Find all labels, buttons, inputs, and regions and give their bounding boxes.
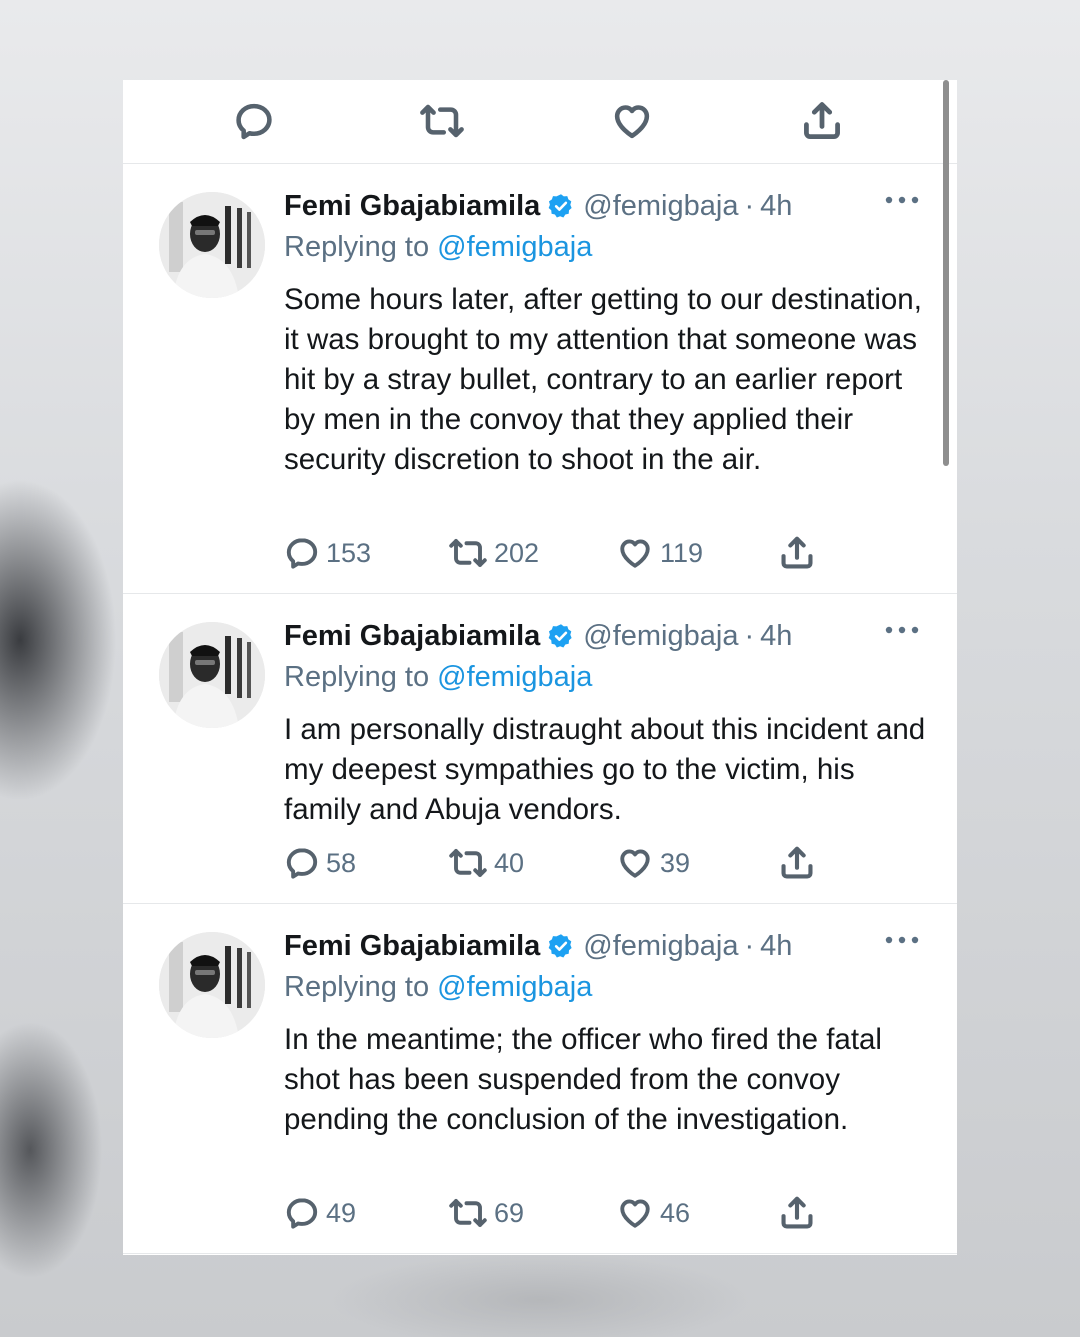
reply-count: 49 (326, 1197, 357, 1228)
like-button[interactable]: 46 (616, 1193, 690, 1233)
share-button[interactable] (778, 533, 816, 573)
timestamp[interactable]: 4h (760, 620, 792, 653)
share-button[interactable] (799, 98, 845, 144)
tweet-action-bar: 58 40 39 (284, 843, 844, 883)
retweet-icon (449, 849, 487, 877)
tweet-text: In the meantime; the officer who fired t… (284, 1023, 882, 1136)
like-button[interactable]: 119 (616, 533, 703, 573)
retweet-button[interactable]: 69 (448, 1193, 524, 1233)
tweet[interactable]: Femi Gbajabiamila @femigbaja · 4h Replyi… (123, 164, 957, 594)
reply-icon (236, 103, 272, 140)
avatar-photo (159, 192, 265, 298)
share-icon (781, 1196, 813, 1229)
retweet-icon (449, 1199, 487, 1227)
heart-icon (620, 1199, 650, 1228)
tweet-text: Some hours later, after getting to our d… (284, 283, 922, 476)
reply-icon (286, 848, 318, 879)
more-options-icon[interactable] (883, 194, 923, 206)
reply-icon (286, 1198, 318, 1229)
retweet-count: 202 (494, 537, 540, 568)
separator-dot: · (744, 929, 755, 962)
author-handle[interactable]: @femigbaja (583, 190, 738, 223)
like-count: 39 (660, 847, 691, 878)
replying-to-line: Replying to @femigbaja (284, 971, 592, 1004)
verified-badge-icon (548, 624, 572, 648)
tweet-text: I am personally distraught about this in… (284, 713, 926, 826)
reply-count: 153 (326, 537, 372, 568)
heart-icon (620, 539, 650, 568)
retweet-icon (449, 539, 487, 567)
replying-to-label: Replying to (284, 231, 438, 263)
tweet-header: Femi Gbajabiamila @femigbaja · 4h (284, 186, 924, 226)
author-handle[interactable]: @femigbaja (583, 620, 738, 653)
share-button[interactable] (778, 1193, 816, 1233)
avatar[interactable] (159, 622, 265, 728)
heart-icon (620, 849, 650, 878)
share-icon (781, 846, 813, 879)
author-name[interactable]: Femi Gbajabiamila (284, 190, 540, 223)
like-button[interactable] (609, 98, 655, 144)
tweet-action-bar: 153 202 119 (284, 533, 844, 573)
reply-button[interactable] (231, 98, 277, 144)
replying-to-label: Replying to (284, 661, 438, 693)
replying-to-link[interactable]: @femigbaja (437, 971, 592, 1003)
more-options-icon[interactable] (883, 934, 923, 946)
like-button[interactable]: 39 (616, 843, 690, 883)
tweet-header: Femi Gbajabiamila @femigbaja · 4h (284, 926, 924, 966)
avatar-photo (159, 932, 265, 1038)
like-count: 46 (660, 1197, 691, 1228)
author-name[interactable]: Femi Gbajabiamila (284, 930, 540, 963)
tweet-thread-card: Femi Gbajabiamila @femigbaja · 4h Replyi… (123, 80, 957, 1255)
reply-icon (286, 538, 318, 569)
separator-dot: · (744, 189, 755, 222)
reply-button[interactable]: 49 (284, 1193, 356, 1233)
separator-dot: · (744, 619, 755, 652)
timestamp[interactable]: 4h (760, 930, 792, 963)
timestamp[interactable]: 4h (760, 190, 792, 223)
like-count: 119 (660, 537, 704, 568)
tweet-action-bar: 49 69 46 (284, 1193, 844, 1233)
retweet-button[interactable]: 40 (448, 843, 524, 883)
verified-badge-icon (548, 194, 572, 218)
retweet-button[interactable] (419, 98, 465, 144)
author-handle[interactable]: @femigbaja (583, 930, 738, 963)
more-options-icon[interactable] (883, 624, 923, 636)
previous-tweet-action-bar (123, 80, 957, 164)
avatar[interactable] (159, 192, 265, 298)
retweet-button[interactable]: 202 (448, 533, 539, 573)
reply-button[interactable]: 58 (284, 843, 356, 883)
avatar[interactable] (159, 932, 265, 1038)
replying-to-link[interactable]: @femigbaja (437, 231, 592, 263)
replying-to-link[interactable]: @femigbaja (437, 661, 592, 693)
retweet-count: 69 (494, 1197, 525, 1228)
share-icon (804, 102, 840, 139)
replying-to-label: Replying to (284, 971, 438, 1003)
heart-icon (614, 105, 650, 139)
retweet-count: 40 (494, 847, 525, 878)
share-icon (781, 536, 813, 569)
share-button[interactable] (778, 843, 816, 883)
reply-button[interactable]: 153 (284, 533, 371, 573)
tweet-header: Femi Gbajabiamila @femigbaja · 4h (284, 616, 924, 656)
reply-count: 58 (326, 847, 357, 878)
scrollbar[interactable] (943, 80, 949, 466)
replying-to-line: Replying to @femigbaja (284, 661, 592, 694)
replying-to-line: Replying to @femigbaja (284, 231, 592, 264)
verified-badge-icon (548, 934, 572, 958)
avatar-photo (159, 622, 265, 728)
retweet-icon (420, 104, 464, 138)
author-name[interactable]: Femi Gbajabiamila (284, 620, 540, 653)
